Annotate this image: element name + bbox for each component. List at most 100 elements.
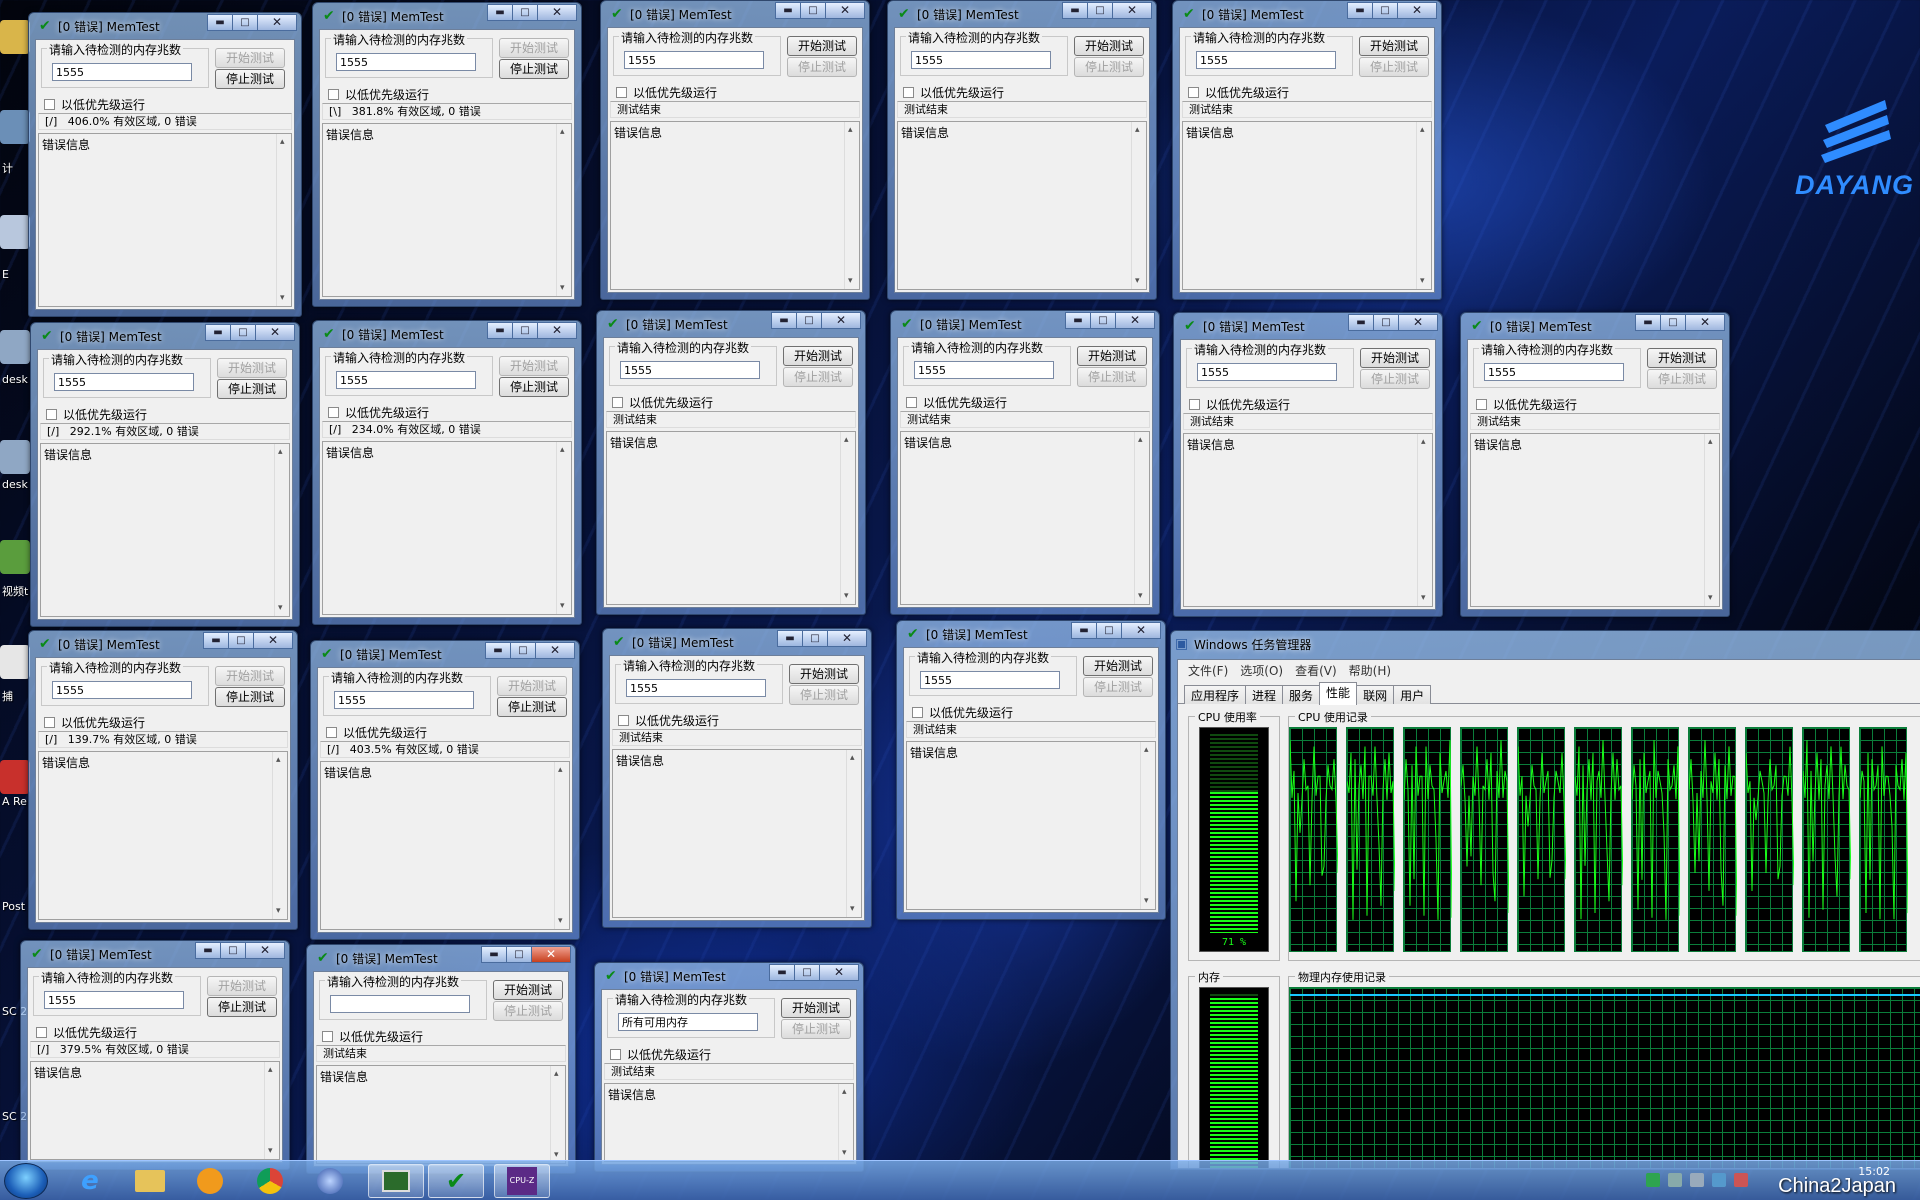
error-log[interactable]: 错误信息 [316, 1065, 566, 1164]
tab-users[interactable]: 用户 [1393, 685, 1432, 704]
low-priority-checkbox[interactable]: 以低优先级运行 [903, 84, 1004, 101]
close-icon[interactable]: ✕ [1115, 312, 1155, 329]
maximize-icon[interactable]: □ [510, 642, 536, 659]
low-priority-checkbox[interactable]: 以低优先级运行 [322, 1028, 423, 1045]
error-log[interactable]: 错误信息 [900, 431, 1150, 605]
log-scrollbar[interactable] [1134, 432, 1149, 604]
memtest-titlebar[interactable]: ✔ [0 错误] MemTest ▬ □ ✕ [894, 1, 1152, 27]
low-priority-checkbox[interactable]: 以低优先级运行 [1188, 84, 1289, 101]
tab-networking[interactable]: 联网 [1356, 685, 1395, 704]
start-test-button[interactable]: 开始测试 [1077, 346, 1147, 366]
close-icon[interactable]: ✕ [1397, 2, 1437, 19]
minimize-icon[interactable]: ▬ [771, 312, 797, 329]
log-scrollbar[interactable] [276, 134, 291, 306]
start-test-button[interactable]: 开始测试 [1074, 36, 1144, 56]
minimize-icon[interactable]: ▬ [1071, 622, 1097, 639]
close-icon[interactable]: ✕ [257, 14, 297, 31]
close-icon[interactable]: ✕ [825, 2, 865, 19]
task-manager-titlebar[interactable]: ▣ Windows 任务管理器 [1171, 631, 1920, 657]
minimize-icon[interactable]: ▬ [1347, 2, 1373, 19]
stop-test-button[interactable]: 停止测试 [1074, 57, 1144, 77]
memory-size-input[interactable] [44, 991, 184, 1009]
close-icon[interactable]: ✕ [535, 642, 575, 659]
checkbox-box[interactable] [46, 409, 57, 420]
log-scrollbar[interactable] [1417, 434, 1432, 606]
memtest-window[interactable]: ✔ [0 错误] MemTest ▬ □ ✕ 请输入待检测的内存兆数 开始测试 … [596, 310, 866, 615]
memtest-titlebar[interactable]: ✔ [0 错误] MemTest ▬ □ ✕ [313, 945, 571, 971]
memtest-titlebar[interactable]: ✔ [0 错误] MemTest ▬ □ ✕ [603, 311, 861, 337]
stop-test-button[interactable]: 停止测试 [493, 1001, 563, 1021]
memtest-titlebar[interactable]: ✔ [0 错误] MemTest ▬ □ ✕ [319, 3, 577, 29]
task-manager-window[interactable]: ▣ Windows 任务管理器 文件(F) 选项(O) 查看(V) 帮助(H) … [1170, 630, 1920, 1170]
stop-test-button[interactable]: 停止测试 [207, 997, 277, 1017]
error-log[interactable]: 错误信息 [322, 123, 572, 297]
log-scrollbar[interactable] [1416, 122, 1431, 289]
maximize-icon[interactable]: □ [796, 312, 822, 329]
memtest-window[interactable]: ✔ [0 错误] MemTest ▬ □ ✕ 请输入待检测的内存兆数 开始测试 … [887, 0, 1157, 300]
low-priority-checkbox[interactable]: 以低优先级运行 [326, 724, 427, 741]
checkbox-box[interactable] [912, 707, 923, 718]
start-test-button[interactable]: 开始测试 [1359, 36, 1429, 56]
memory-size-input[interactable] [1196, 51, 1336, 69]
start-test-button[interactable]: 开始测试 [215, 48, 285, 68]
memory-size-input[interactable] [911, 51, 1051, 69]
close-icon[interactable]: ✕ [537, 4, 577, 21]
memory-size-input[interactable] [618, 1013, 758, 1031]
stop-test-button[interactable]: 停止测试 [497, 697, 567, 717]
start-test-button[interactable]: 开始测试 [1647, 348, 1717, 368]
stop-test-button[interactable]: 停止测试 [781, 1019, 851, 1039]
memory-size-input[interactable] [920, 671, 1060, 689]
checkbox-box[interactable] [44, 99, 55, 110]
minimize-icon[interactable]: ▬ [487, 4, 513, 21]
start-test-button[interactable]: 开始测试 [217, 358, 287, 378]
maximize-icon[interactable]: □ [230, 324, 256, 341]
memtest-window[interactable]: ✔ [0 错误] MemTest ▬ □ ✕ 请输入待检测的内存兆数 开始测试 … [1460, 312, 1730, 617]
stop-test-button[interactable]: 停止测试 [1077, 367, 1147, 387]
checkbox-box[interactable] [322, 1031, 333, 1042]
desktop-shortcut-icon[interactable] [0, 330, 30, 364]
app-icon[interactable] [302, 1164, 358, 1198]
memory-size-input[interactable] [626, 679, 766, 697]
maximize-icon[interactable]: □ [232, 14, 258, 31]
tray-icon[interactable] [1668, 1173, 1682, 1187]
error-log[interactable]: 错误信息 [1183, 433, 1433, 607]
error-log[interactable]: 错误信息 [40, 443, 290, 617]
start-test-button[interactable]: 开始测试 [781, 998, 851, 1018]
tray-icon[interactable] [1712, 1173, 1726, 1187]
stop-test-button[interactable]: 停止测试 [499, 377, 569, 397]
close-icon[interactable]: ✕ [531, 946, 571, 963]
memtest-titlebar[interactable]: ✔ [0 错误] MemTest ▬ □ ✕ [317, 641, 575, 667]
checkbox-box[interactable] [612, 397, 623, 408]
checkbox-box[interactable] [44, 717, 55, 728]
low-priority-checkbox[interactable]: 以低优先级运行 [612, 394, 713, 411]
desktop-shortcut-icon[interactable] [0, 440, 30, 474]
low-priority-checkbox[interactable]: 以低优先级运行 [44, 714, 145, 731]
memory-size-input[interactable] [336, 371, 476, 389]
stop-test-button[interactable]: 停止测试 [499, 59, 569, 79]
log-scrollbar[interactable] [844, 122, 859, 289]
tray-icon[interactable] [1690, 1173, 1704, 1187]
error-log[interactable]: 错误信息 [320, 761, 570, 930]
maximize-icon[interactable]: □ [1087, 2, 1113, 19]
menu-file[interactable]: 文件(F) [1182, 660, 1234, 680]
memtest-window[interactable]: ✔ [0 错误] MemTest ▬ □ ✕ 请输入待检测的内存兆数 开始测试 … [28, 12, 302, 317]
memtest-titlebar[interactable]: ✔ [0 错误] MemTest ▬ □ ✕ [37, 323, 295, 349]
close-icon[interactable]: ✕ [1121, 622, 1161, 639]
low-priority-checkbox[interactable]: 以低优先级运行 [906, 394, 1007, 411]
checkbox-box[interactable] [328, 407, 339, 418]
ie-icon[interactable]: e [62, 1164, 118, 1198]
maximize-icon[interactable]: □ [1372, 2, 1398, 19]
menu-help[interactable]: 帮助(H) [1343, 660, 1397, 680]
tab-processes[interactable]: 进程 [1245, 685, 1284, 704]
close-icon[interactable]: ✕ [827, 630, 867, 647]
memtest-window[interactable]: ✔ [0 错误] MemTest ▬ □ ✕ 请输入待检测的内存兆数 开始测试 … [896, 620, 1166, 920]
start-button[interactable] [4, 1163, 48, 1199]
error-log[interactable]: 错误信息 [906, 741, 1156, 910]
memtest-window[interactable]: ✔ [0 错误] MemTest ▬ □ ✕ 请输入待检测的内存兆数 开始测试 … [306, 944, 576, 1174]
low-priority-checkbox[interactable]: 以低优先级运行 [1476, 396, 1577, 413]
memtest-window[interactable]: ✔ [0 错误] MemTest ▬ □ ✕ 请输入待检测的内存兆数 开始测试 … [600, 0, 870, 300]
start-test-button[interactable]: 开始测试 [497, 676, 567, 696]
memtest-titlebar[interactable]: ✔ [0 错误] MemTest ▬ □ ✕ [319, 321, 577, 347]
checkbox-box[interactable] [906, 397, 917, 408]
minimize-icon[interactable]: ▬ [203, 632, 229, 649]
